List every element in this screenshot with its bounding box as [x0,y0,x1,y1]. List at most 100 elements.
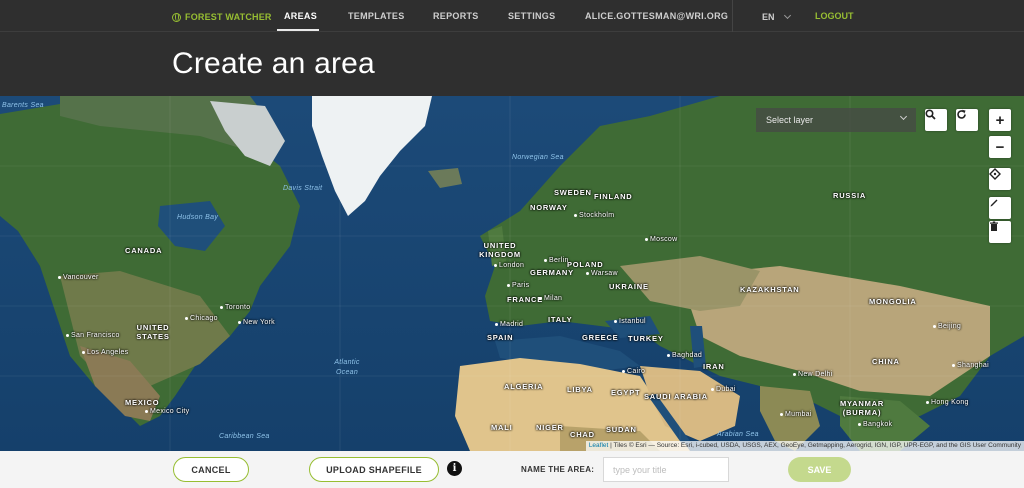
refresh-icon [957,109,966,119]
map-label-country: SUDAN [606,425,637,434]
logout-link[interactable]: LOGOUT [815,11,854,21]
crosshair-icon [989,168,1001,180]
map-label-sea: Arabian Sea [717,431,759,438]
bottom-action-bar: CANCEL UPLOAD SHAPEFILE i NAME THE AREA:… [0,451,1024,488]
map-label-city: San Francisco [66,332,120,339]
language-value: EN [762,12,775,22]
map-view[interactable]: CANADA UNITED STATES MEXICO UNITED KINGD… [0,96,1024,451]
map-label-city: Vancouver [58,274,99,281]
brand-link[interactable]: FOREST WATCHER [172,10,272,24]
map-label-city: Paris [507,282,529,289]
map-label-country: ALGERIA [504,382,544,391]
map-label-country: IRAN [703,362,725,371]
map-label-country: SPAIN [487,333,514,342]
map-label-city: Istanbul [614,318,646,325]
map-label-country: UNITED STATES [136,323,170,341]
brand-name: FOREST WATCHER [185,12,272,22]
pencil-icon [990,199,998,207]
map-label-country: GREECE [582,333,619,342]
draw-polygon-button[interactable] [989,197,1011,219]
map-label-country: NIGER [536,423,564,432]
map-label-country: MEXICO [125,398,160,407]
map-label-city: Beijing [933,323,961,330]
map-label-city: New Delhi [793,371,833,378]
top-navbar: FOREST WATCHER AREAS TEMPLATES REPORTS S… [0,0,1024,32]
map-label-country: FRANCE [507,295,544,304]
map-label-sea: Barents Sea [2,102,44,109]
map-label-sea: Caribbean Sea [219,433,270,440]
chevron-down-icon [899,112,908,121]
map-label-country: CHAD [570,430,595,439]
map-label-city: London [494,262,524,269]
globe-icon [172,12,181,22]
select-layer-dropdown[interactable]: Select layer [756,108,916,132]
map-label-country: GERMANY [530,268,574,277]
map-label-country: TURKEY [628,334,664,343]
zoom-in-button[interactable]: + [989,109,1011,131]
map-label-country: SAUDI ARABIA [644,392,708,401]
name-area-label: NAME THE AREA: [521,465,595,474]
map-label-city: New York [238,319,275,326]
map-label-country: UKRAINE [609,282,649,291]
attribution-text: | Tiles © Esri — Source: Esri, i-cubed, … [610,442,1021,449]
nav-item-reports[interactable]: REPORTS [433,11,479,21]
map-label-country: RUSSIA [833,191,867,200]
delete-shape-button[interactable] [989,221,1011,243]
map-label-city: Dubai [711,386,736,393]
nav-item-areas[interactable]: AREAS [284,11,317,21]
map-label-country: EGYPT [611,388,641,397]
nav-item-templates[interactable]: TEMPLATES [348,11,405,21]
map-label-sea: Atlantic Ocean [334,359,360,376]
map-label-city: Cairo [622,368,645,375]
save-button[interactable]: SAVE [788,457,851,482]
map-label-sea: Davis Strait [283,185,323,192]
info-icon[interactable]: i [447,461,462,476]
map-label-sea: Norwegian Sea [512,154,564,161]
area-name-input[interactable] [603,457,729,482]
map-label-city: Stockholm [574,212,614,219]
map-label-city: Bangkok [858,421,892,428]
map-label-country: LIBYA [567,385,593,394]
map-label-country: MYANMAR (BURMA) [840,399,885,417]
search-icon [925,109,936,120]
locate-button[interactable] [989,168,1011,190]
zoom-out-button[interactable]: − [989,136,1011,158]
map-label-country: SWEDEN [554,188,592,197]
trash-icon [990,221,998,231]
search-button[interactable] [925,109,947,131]
cancel-button[interactable]: CANCEL [173,457,249,482]
page-title: Create an area [172,47,375,80]
active-nav-indicator [277,29,319,31]
reset-view-button[interactable] [956,109,978,131]
chevron-down-icon [783,11,791,20]
map-label-sea: Hudson Bay [177,214,219,221]
map-label-city: Mexico City [145,408,189,415]
map-label-city: Madrid [495,321,523,328]
map-label-city: Shanghai [952,362,989,369]
nav-divider [732,0,733,32]
map-label-country: NORWAY [530,203,568,212]
map-label-country: KAZAKHSTAN [740,285,800,294]
map-label-city: Mumbai [780,411,812,418]
upload-shapefile-button[interactable]: UPLOAD SHAPEFILE [309,457,439,482]
map-label-city: Hong Kong [926,399,969,406]
map-label-country: UNITED KINGDOM [479,241,521,259]
map-label-country: MONGOLIA [869,297,917,306]
map-label-city: Toronto [220,304,250,311]
map-label-city: Berlin [544,257,569,264]
map-label-country: ITALY [548,315,573,324]
map-label-country: CANADA [125,246,163,255]
map-label-city: Warsaw [586,270,618,277]
map-label-country: MALI [491,423,513,432]
map-label-country: CHINA [872,357,900,366]
leaflet-link[interactable]: Leaflet [589,442,609,449]
map-label-city: Milan [539,295,562,302]
map-label-city: Baghdad [667,352,702,359]
language-selector[interactable]: EN [762,11,791,22]
user-email[interactable]: ALICE.GOTTESMAN@WRI.ORG [585,11,728,21]
map-label-city: Chicago [185,315,218,322]
nav-item-settings[interactable]: SETTINGS [508,11,555,21]
map-label-country: FINLAND [594,192,633,201]
map-label-city: Moscow [645,236,677,243]
select-layer-placeholder: Select layer [766,115,814,125]
